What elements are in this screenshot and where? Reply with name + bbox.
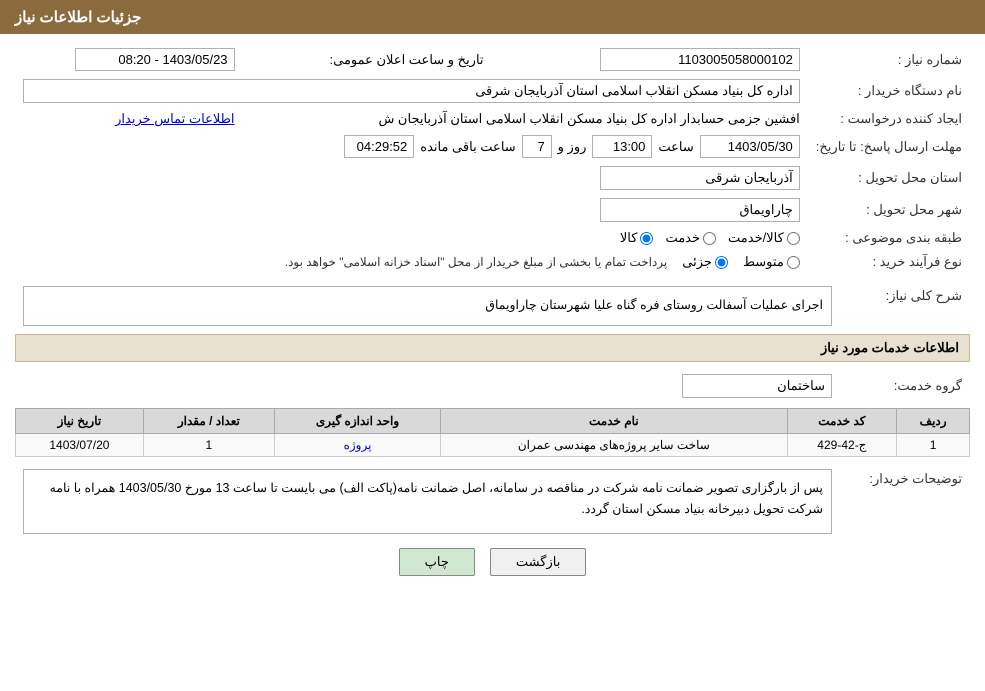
services-table: ردیف کد خدمت نام خدمت واحد اندازه گیری ت… xyxy=(15,408,970,457)
need-number-value: 1103005058000102 xyxy=(600,48,800,71)
province-value-cell: آذربایجان شرقی xyxy=(15,162,808,194)
date-value-cell: 1403/05/23 - 08:20 xyxy=(15,44,243,75)
service-group-label: گروه خدمت: xyxy=(840,370,970,402)
city-value: چاراویماق xyxy=(600,198,800,222)
col-date: تاریخ نیاز xyxy=(16,409,144,434)
city-value-cell: چاراویماق xyxy=(15,194,808,226)
deadline-remaining-label: ساعت باقی مانده xyxy=(420,139,515,155)
page-container: جزئیات اطلاعات نیاز شماره نیاز : 1103005… xyxy=(0,0,985,691)
row-quantity: 1 xyxy=(143,434,274,457)
info-table: شماره نیاز : 1103005058000102 تاریخ و سا… xyxy=(15,44,970,274)
process-jozii[interactable]: جزئی xyxy=(682,254,728,270)
deadline-row: مهلت ارسال پاسخ: تا تاریخ: 1403/05/30 سا… xyxy=(15,131,970,162)
service-group-value: ساختمان xyxy=(682,374,832,398)
city-label: شهر محل تحویل : xyxy=(808,194,970,226)
notes-table: توضیحات خریدار: پس از بارگزاری تصویر ضما… xyxy=(15,465,970,538)
category-label: طبقه بندی موضوعی : xyxy=(808,226,970,250)
print-button[interactable]: چاپ xyxy=(399,548,475,576)
category-kala[interactable]: کالا xyxy=(620,230,654,246)
col-row: ردیف xyxy=(897,409,970,434)
content-area: شماره نیاز : 1103005058000102 تاریخ و سا… xyxy=(0,34,985,601)
need-number-row: شماره نیاز : 1103005058000102 تاریخ و سا… xyxy=(15,44,970,75)
notes-value-cell: پس از بارگزاری تصویر ضمانت نامه شرکت در … xyxy=(15,465,840,538)
button-bar: بازگشت چاپ xyxy=(15,548,970,591)
description-label: شرح کلی نیاز: xyxy=(840,282,970,330)
col-name: نام خدمت xyxy=(441,409,787,434)
deadline-value-cell: 1403/05/30 ساعت 13:00 روز و 7 ساعت باقی … xyxy=(15,131,808,162)
province-label: استان محل تحویل : xyxy=(808,162,970,194)
province-row: استان محل تحویل : آذربایجان شرقی xyxy=(15,162,970,194)
col-unit: واحد اندازه گیری xyxy=(274,409,440,434)
city-row: شهر محل تحویل : چاراویماق xyxy=(15,194,970,226)
category-khidmat[interactable]: خدمت xyxy=(665,230,716,246)
services-table-head: ردیف کد خدمت نام خدمت واحد اندازه گیری ت… xyxy=(16,409,970,434)
notes-label: توضیحات خریدار: xyxy=(840,465,970,538)
need-number-label: شماره نیاز : xyxy=(808,44,970,75)
contact-link-cell: اطلاعات تماس خریدار xyxy=(15,107,243,131)
deadline-days-label: روز و xyxy=(558,139,587,155)
process-motavaset[interactable]: متوسط xyxy=(743,254,800,270)
deadline-label: مهلت ارسال پاسخ: تا تاریخ: xyxy=(808,131,970,162)
need-number-value-cell: 1103005058000102 xyxy=(492,44,808,75)
process-value-cell: متوسط جزئی پرداخت تمام یا بخشی از مبلغ خ… xyxy=(15,250,808,274)
row-number: 1 xyxy=(897,434,970,457)
notes-row: توضیحات خریدار: پس از بارگزاری تصویر ضما… xyxy=(15,465,970,538)
service-group-table: گروه خدمت: ساختمان xyxy=(15,370,970,402)
creator-label: ایجاد کننده درخواست : xyxy=(808,107,970,131)
process-note: پرداخت تمام یا بخشی از مبلغ خریدار از مح… xyxy=(285,255,668,269)
page-title: جزئیات اطلاعات نیاز xyxy=(15,9,142,26)
services-header-row: ردیف کد خدمت نام خدمت واحد اندازه گیری ت… xyxy=(16,409,970,434)
process-row: نوع فرآیند خرید : متوسط جزئی پرداخت تمام… xyxy=(15,250,970,274)
deadline-remaining: 04:29:52 xyxy=(344,135,414,158)
description-row: شرح کلی نیاز: اجرای عملیات آسفالت روستای… xyxy=(15,282,970,330)
row-code: ج-42-429 xyxy=(787,434,897,457)
row-date: 1403/07/20 xyxy=(16,434,144,457)
services-table-body: 1 ج-42-429 ساخت سایر پروژه‌های مهندسی عم… xyxy=(16,434,970,457)
description-value-cell: اجرای عملیات آسفالت روستای فره گناه علیا… xyxy=(15,282,840,330)
buyer-row: نام دستگاه خریدار : اداره کل بنیاد مسکن … xyxy=(15,75,970,107)
province-value: آذربایجان شرقی xyxy=(600,166,800,190)
category-kala-khidmat[interactable]: کالا/خدمت xyxy=(728,230,800,246)
col-code: کد خدمت xyxy=(787,409,897,434)
deadline-time-label: ساعت xyxy=(658,139,693,155)
notes-value: پس از بارگزاری تصویر ضمانت نامه شرکت در … xyxy=(23,469,832,534)
table-row: 1 ج-42-429 ساخت سایر پروژه‌های مهندسی عم… xyxy=(16,434,970,457)
page-header: جزئیات اطلاعات نیاز xyxy=(0,0,985,34)
back-button[interactable]: بازگشت xyxy=(490,548,586,576)
date-value: 1403/05/23 - 08:20 xyxy=(75,48,235,71)
deadline-time: 13:00 xyxy=(592,135,652,158)
process-label: نوع فرآیند خرید : xyxy=(808,250,970,274)
date-label-cell: تاریخ و ساعت اعلان عمومی: xyxy=(243,44,492,75)
date-label: تاریخ و ساعت اعلان عمومی: xyxy=(330,52,484,67)
buyer-value: اداره کل بنیاد مسکن انقلاب اسلامی استان … xyxy=(23,79,800,103)
creator-row: ایجاد کننده درخواست : افشین جزمی حسابدار… xyxy=(15,107,970,131)
deadline-days: 7 xyxy=(522,135,552,158)
service-group-value-cell: ساختمان xyxy=(15,370,840,402)
col-quantity: تعداد / مقدار xyxy=(143,409,274,434)
services-section-title: اطلاعات خدمات مورد نیاز xyxy=(15,334,970,362)
category-value-cell: کالا/خدمت خدمت کالا xyxy=(15,226,808,250)
deadline-date: 1403/05/30 xyxy=(700,135,800,158)
service-group-row: گروه خدمت: ساختمان xyxy=(15,370,970,402)
category-row: طبقه بندی موضوعی : کالا/خدمت خدمت کالا xyxy=(15,226,970,250)
buyer-value-cell: اداره کل بنیاد مسکن انقلاب اسلامی استان … xyxy=(15,75,808,107)
description-table: شرح کلی نیاز: اجرای عملیات آسفالت روستای… xyxy=(15,282,970,330)
creator-value-cell: افشین جزمی حسابدار اداره کل بنیاد مسکن ا… xyxy=(243,107,808,131)
row-name: ساخت سایر پروژه‌های مهندسی عمران xyxy=(441,434,787,457)
buyer-label: نام دستگاه خریدار : xyxy=(808,75,970,107)
row-unit: پروژه xyxy=(274,434,440,457)
creator-value: افشین جزمی حسابدار اداره کل بنیاد مسکن ا… xyxy=(378,111,799,126)
description-value: اجرای عملیات آسفالت روستای فره گناه علیا… xyxy=(23,286,832,326)
contact-link[interactable]: اطلاعات تماس خریدار xyxy=(115,111,234,126)
